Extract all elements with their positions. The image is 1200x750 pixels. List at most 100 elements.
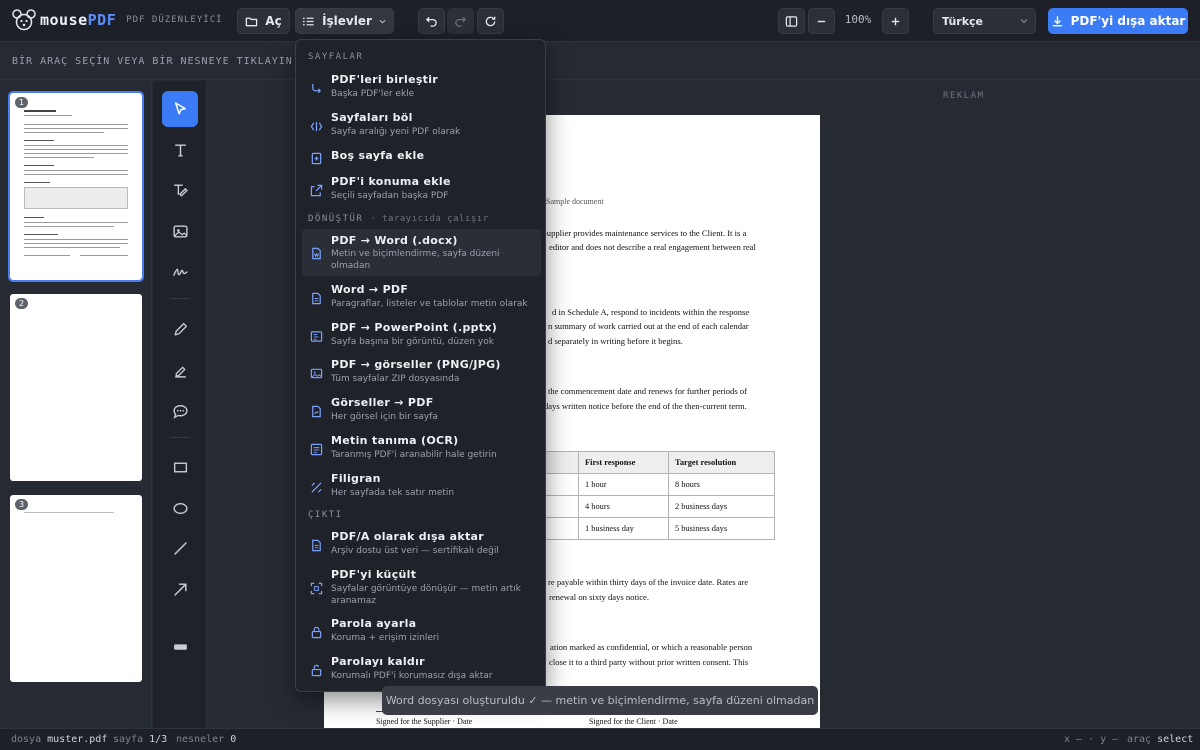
open-button[interactable]: Aç — [237, 8, 290, 34]
doc-line: renewal on sixty days notice. — [549, 592, 649, 602]
zoom-in-button[interactable] — [882, 8, 909, 34]
app-name: mousePDF — [40, 11, 117, 29]
menu-item-set-password[interactable]: Parola ayarla Koruma + erişim izinleri — [302, 613, 541, 649]
menu-item-merge[interactable]: PDF'leri birleştir Başka PDF'ler ekle — [302, 69, 541, 105]
menu-item-word-to-pdf[interactable]: Word → PDF Paragraflar, listeler ve tabl… — [302, 279, 541, 315]
comment-tool[interactable] — [162, 393, 198, 429]
client-signature-label: Signed for the Client · Date — [589, 717, 678, 726]
doc-line: d in Schedule A, respond to incidents wi… — [552, 307, 750, 317]
language-select[interactable]: Türkçe — [933, 8, 1036, 34]
pencil-icon — [173, 322, 187, 336]
rectangle-tool[interactable] — [162, 449, 198, 485]
toggle-sidebar-button[interactable] — [778, 8, 805, 34]
watermark-icon — [311, 482, 322, 493]
app-subtitle: PDF DÜZENLEYİCİ — [126, 15, 223, 25]
menu-item-ocr[interactable]: Metin tanıma (OCR) Taranmış PDF'i aranab… — [302, 430, 541, 466]
page-thumbnail-2[interactable]: 2 — [10, 294, 142, 481]
menu-section-output: ÇIKTI — [308, 510, 343, 520]
doc-line: Supplier provides maintenance services t… — [542, 228, 747, 238]
page-thumbnail-1[interactable]: 1 — [8, 91, 144, 282]
menu-item-remove-password[interactable]: Parolayı kaldır Korumalı PDF'i korumasız… — [302, 651, 541, 687]
table-row: 1 hour 8 hours — [534, 473, 775, 496]
select-tool[interactable] — [162, 91, 198, 127]
hint-bar: BİR ARAÇ SEÇİN VEYA BİR NESNEYE TIKLAYIN… — [0, 43, 1200, 80]
tools-panel — [153, 81, 207, 728]
zoom-out-button[interactable] — [808, 8, 835, 34]
signature-tool[interactable] — [162, 254, 198, 290]
sla-table: First response Target resolution 1 hour 8… — [534, 451, 775, 540]
doc-line: close it to a third party without prior … — [549, 657, 749, 667]
line-tool[interactable] — [162, 530, 198, 566]
download-icon — [1052, 15, 1062, 26]
menu-item-pdf-to-pptx[interactable]: PDF → PowerPoint (.pptx) Sayfa başına bi… — [302, 317, 541, 353]
refresh-icon — [485, 16, 496, 26]
unlock-icon — [311, 664, 322, 677]
blank-page-icon — [311, 152, 322, 165]
arrow-icon — [173, 582, 187, 596]
chevron-down-icon — [379, 19, 386, 24]
text-tool[interactable] — [162, 132, 198, 168]
highlighter-tool[interactable] — [162, 352, 198, 388]
status-page: sayfa 1/3 — [113, 734, 168, 745]
status-file: dosya muster.pdf — [11, 734, 108, 745]
undo-icon — [425, 16, 437, 27]
signature-icon — [172, 268, 187, 276]
arrow-tool[interactable] — [162, 571, 198, 607]
comment-icon — [172, 404, 188, 419]
menu-item-insert-pdf[interactable]: PDF'i konuma ekle Seçili sayfadan başka … — [302, 171, 541, 207]
status-tool: araç select — [1127, 734, 1194, 745]
doc-line: days written notice before the end of th… — [544, 401, 747, 411]
minus-icon — [817, 20, 826, 22]
menu-section-pages: SAYFALAR — [308, 52, 364, 62]
menu-section-convert: DÖNÜŞTÜR · tarayıcıda çalışır — [308, 214, 489, 224]
sidebar-icon — [785, 15, 798, 27]
menu-item-pdf-to-images[interactable]: PDF → görseller (PNG/JPG) Tüm sayfalar Z… — [302, 354, 541, 390]
top-bar: mousePDF PDF DÜZENLEYİCİ Aç İşlevler 100… — [0, 0, 1200, 42]
insert-pdf-icon — [310, 184, 323, 197]
highlighter-icon — [174, 366, 186, 378]
menu-item-images-to-pdf[interactable]: Görseller → PDF Her görsel için bir sayf… — [302, 392, 541, 428]
ellipse-tool[interactable] — [162, 490, 198, 526]
zoom-level: 100% — [844, 13, 872, 26]
ad-label: REKLAM — [943, 91, 985, 101]
table-row: 1 business day 5 business days — [534, 517, 775, 540]
line-icon — [173, 541, 187, 555]
image-icon — [172, 224, 188, 238]
menu-item-split[interactable]: Sayfaları böl Sayfa aralığı yeni PDF ola… — [302, 107, 541, 143]
page-thumbnail-3[interactable]: 3 — [10, 495, 142, 682]
export-pdf-button[interactable]: PDF'yi dışa aktar — [1048, 8, 1188, 34]
mouse-logo-icon — [12, 9, 36, 31]
doc-line: n summary of work carried out at the end… — [548, 321, 749, 331]
doc-line: editor and does not describe a real enga… — [549, 242, 756, 252]
table-row: 4 hours 2 business days — [534, 495, 775, 518]
lock-icon — [311, 626, 322, 639]
doc-line: the commencement date and renews for fur… — [548, 386, 748, 396]
status-objects: nesneler 0 — [176, 734, 237, 745]
undo-button[interactable] — [418, 8, 445, 34]
redo-button[interactable] — [447, 8, 474, 34]
functions-menu: SAYFALAR PDF'leri birleştir Başka PDF'le… — [295, 39, 546, 692]
cursor-icon — [174, 101, 186, 114]
ellipse-icon — [172, 502, 188, 514]
pdf-doc-icon — [312, 292, 321, 305]
functions-menu-button[interactable]: İşlevler — [295, 8, 394, 34]
redact-tool[interactable] — [162, 628, 198, 664]
ocr-icon — [310, 443, 323, 456]
supplier-signature-label: Signed for the Supplier · Date — [376, 717, 473, 726]
archive-icon — [312, 539, 321, 552]
status-bar: dosya muster.pdf sayfa 1/3 nesneler 0 x … — [0, 728, 1200, 750]
menu-item-watermark[interactable]: Filigran Her sayfada tek satır metin — [302, 468, 541, 504]
menu-item-blank-page[interactable]: Boş sayfa ekle — [302, 145, 541, 169]
image-tool[interactable] — [162, 213, 198, 249]
menu-item-compress[interactable]: PDF'yi küçült Sayfalar görüntüye dönüşür… — [302, 564, 541, 611]
menu-item-pdfa[interactable]: PDF/A olarak dışa aktar Arşiv dostu üst … — [302, 526, 541, 562]
edit-text-tool[interactable] — [162, 172, 198, 208]
status-toast: Word dosyası oluşturuldu ✓ — metin ve bi… — [382, 686, 818, 715]
menu-item-pdf-to-word[interactable]: PDF → Word (.docx) Metin ve biçimlendirm… — [302, 229, 541, 276]
merge-icon — [312, 83, 322, 94]
split-icon — [310, 121, 323, 132]
reset-button[interactable] — [477, 8, 504, 34]
word-doc-icon — [312, 247, 321, 260]
pencil-tool[interactable] — [162, 311, 198, 347]
image-to-pdf-icon — [312, 405, 321, 418]
